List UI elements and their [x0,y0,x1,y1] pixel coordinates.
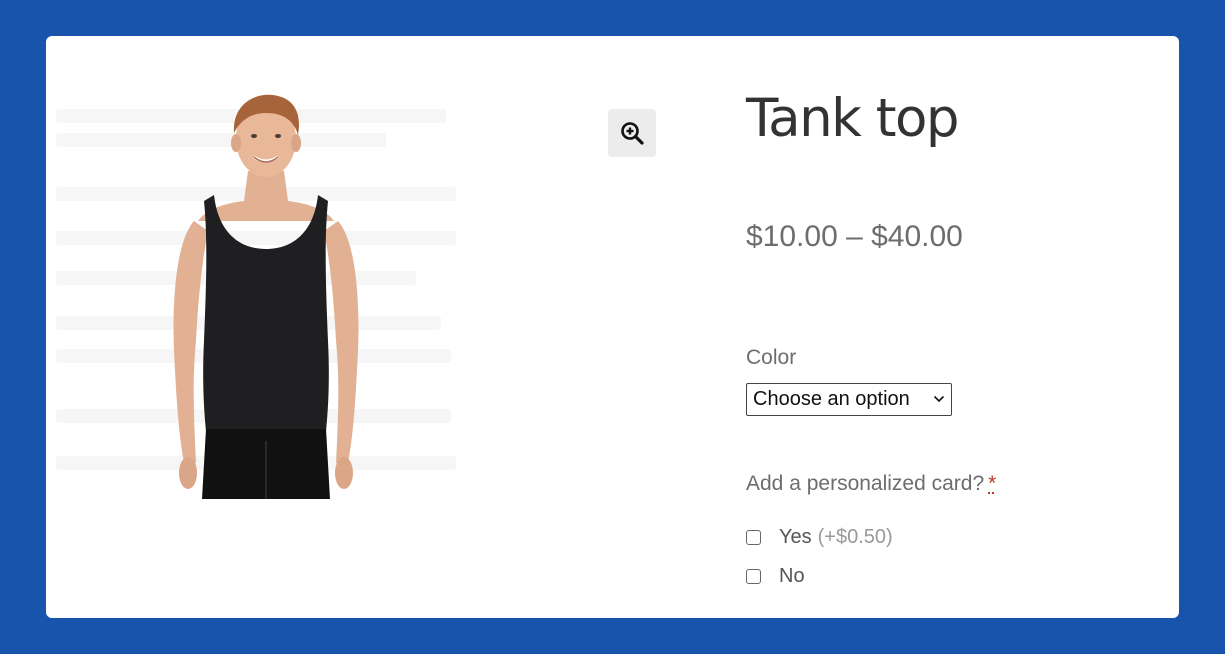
zoom-in-icon [621,122,644,145]
color-select[interactable]: Choose an option [746,383,952,416]
option-no-label: No [779,565,805,587]
product-image[interactable] [156,91,376,499]
product-gallery [56,91,466,511]
checkbox-yes[interactable] [746,530,761,545]
color-select-value: Choose an option [753,388,910,410]
product-card: Tank top $10.00 – $40.00 Color Choose an… [46,36,1179,618]
product-title: Tank top [746,88,960,149]
option-yes[interactable]: Yes (+$0.50) [746,526,893,549]
required-mark: * [988,472,997,495]
color-label: Color [746,346,797,369]
product-price: $10.00 – $40.00 [746,220,963,253]
chevron-down-icon [933,395,945,403]
zoom-button[interactable] [608,109,656,157]
checkbox-no[interactable] [746,569,761,584]
option-no[interactable]: No [746,565,805,588]
option-yes-label: Yes [779,526,812,548]
option-yes-extra: (+$0.50) [817,526,893,548]
personalized-card-label: Add a personalized card? * [746,472,996,496]
product-summary: Tank top $10.00 – $40.00 Color Choose an… [746,36,1166,618]
personalized-card-label-text: Add a personalized card? [746,472,985,495]
